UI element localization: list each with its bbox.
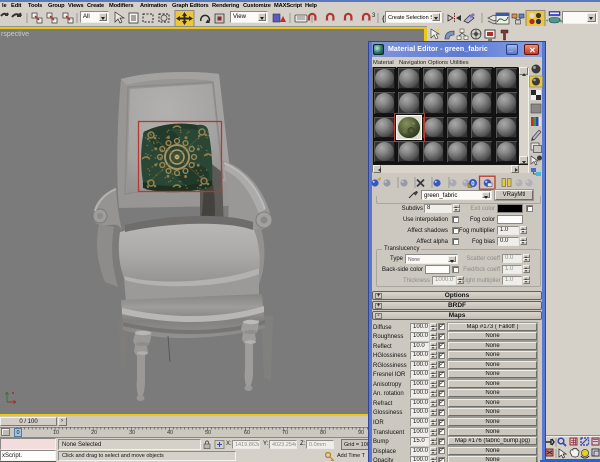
svg-text:3: 3 (372, 13, 376, 19)
